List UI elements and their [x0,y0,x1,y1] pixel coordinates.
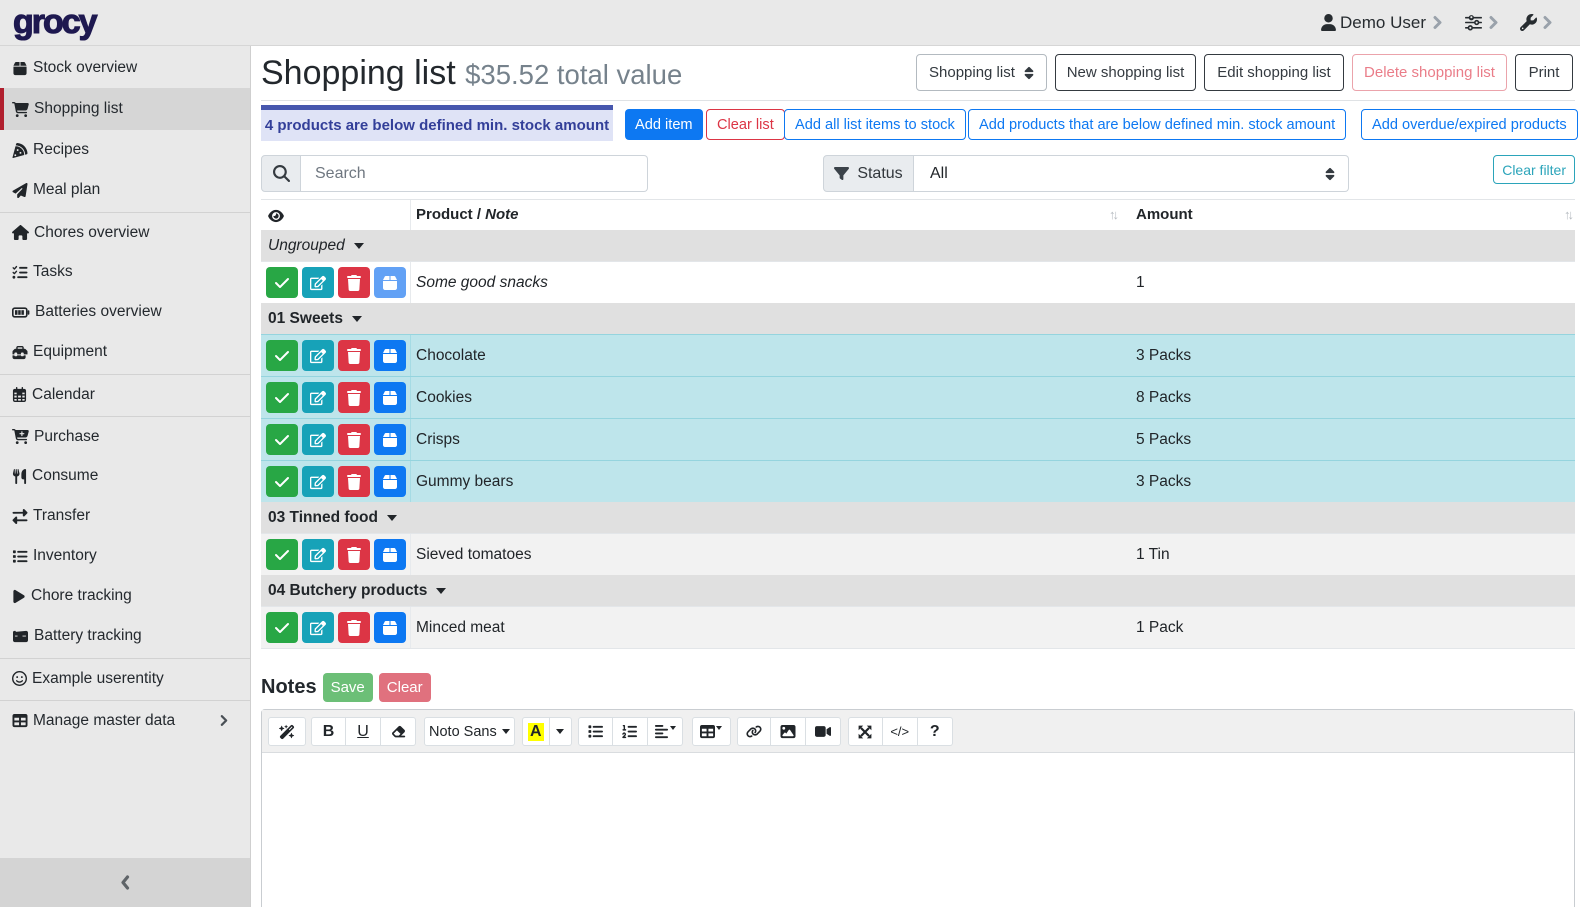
svg-text:grocy: grocy [13,3,98,41]
